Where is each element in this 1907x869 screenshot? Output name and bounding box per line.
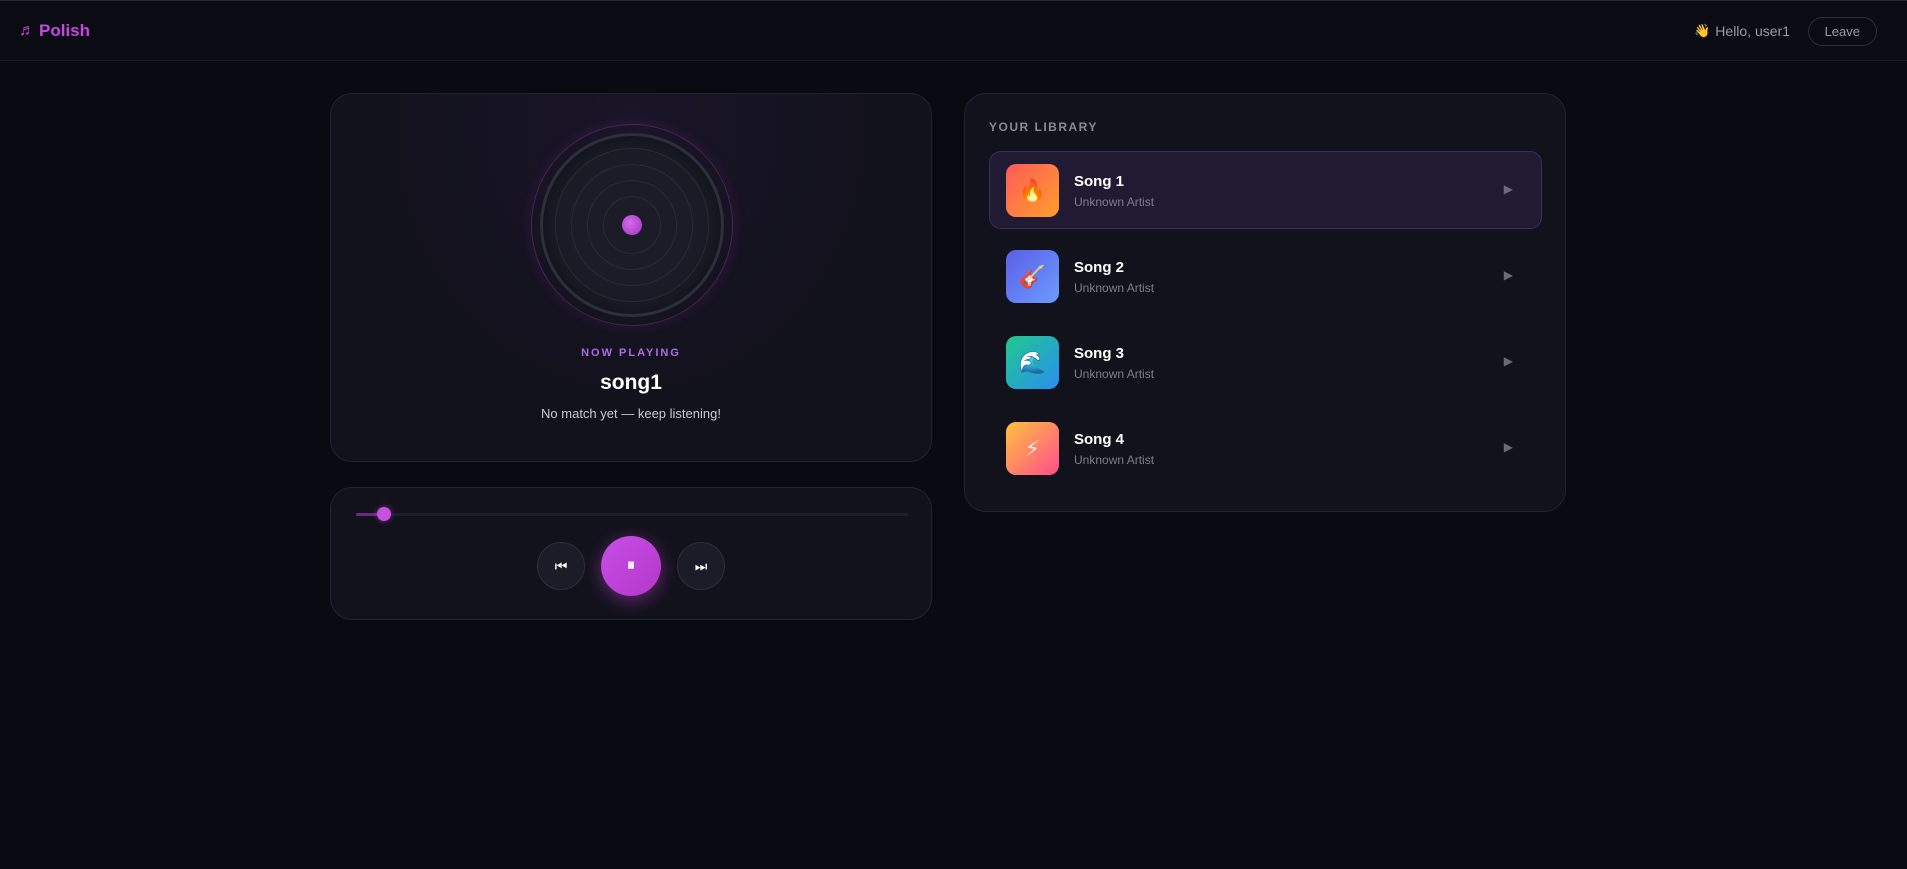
vinyl-record [531, 124, 733, 326]
next-button[interactable]: ⏭ [677, 542, 725, 590]
track-artist: Unknown Artist [1074, 281, 1155, 295]
greeting-text: Hello, user1 [1715, 23, 1790, 39]
now-playing-card: NOW PLAYING song1 No match yet — keep li… [330, 93, 932, 462]
track-title: Song 1 [1074, 173, 1125, 190]
library-card: YOUR LIBRARY 🔥 Song 1 Unknown Artist ▶ 🎸… [964, 93, 1566, 512]
current-song-title: song1 [600, 371, 662, 394]
fire-icon: 🔥 [1018, 177, 1047, 203]
pause-button[interactable]: ⏸ [601, 536, 661, 596]
play-icon[interactable]: ▶ [1504, 268, 1513, 282]
track-title: Song 3 [1074, 345, 1125, 362]
vinyl-center-label [622, 215, 642, 235]
brand-name: Polish [39, 21, 91, 40]
track-artist: Unknown Artist [1074, 367, 1155, 381]
progress-handle[interactable] [376, 507, 391, 521]
leave-button[interactable]: Leave [1807, 17, 1877, 46]
match-status-text: No match yet — keep listening! [541, 406, 721, 421]
track-item[interactable]: 🎸 Song 2 Unknown Artist ▶ [989, 237, 1542, 315]
track-item[interactable]: 🌊 Song 3 Unknown Artist ▶ [989, 323, 1542, 401]
music-note-icon: ♬ [19, 22, 35, 39]
player-controls-card: ⏮ ⏸ ⏭ [330, 487, 932, 620]
track-artwork: ⚡ [1006, 422, 1059, 475]
skip-forward-icon: ⏭ [694, 557, 708, 574]
user-greeting: 👋 Hello, user1 [1694, 23, 1790, 39]
guitar-icon: 🎸 [1018, 263, 1047, 289]
track-title: Song 4 [1074, 431, 1125, 448]
skip-back-icon: ⏮ [554, 557, 568, 574]
track-artist: Unknown Artist [1074, 195, 1155, 209]
lightning-icon: ⚡ [1024, 435, 1041, 461]
progress-slider[interactable] [356, 507, 908, 521]
brand-logo[interactable]: ♬ Polish [19, 21, 90, 41]
track-artist: Unknown Artist [1074, 453, 1155, 467]
track-artwork: 🔥 [1006, 164, 1059, 217]
play-icon[interactable]: ▶ [1504, 182, 1513, 196]
track-title: Song 2 [1074, 259, 1125, 276]
track-item[interactable]: ⚡ Song 4 Unknown Artist ▶ [989, 409, 1542, 487]
track-artwork: 🌊 [1006, 336, 1059, 389]
track-item[interactable]: 🔥 Song 1 Unknown Artist ▶ [989, 151, 1542, 229]
play-icon[interactable]: ▶ [1504, 354, 1513, 368]
vinyl-disc [540, 133, 724, 317]
pause-icon: ⏸ [626, 557, 635, 574]
wave-icon: 🌊 [1018, 349, 1047, 375]
track-artwork: 🎸 [1006, 250, 1059, 303]
waving-hand-icon: 👋 [1694, 23, 1711, 38]
top-bar: ♬ Polish 👋 Hello, user1 Leave [0, 0, 1907, 61]
play-icon[interactable]: ▶ [1504, 440, 1513, 454]
library-heading: YOUR LIBRARY [989, 120, 1098, 134]
now-playing-label: NOW PLAYING [581, 347, 681, 359]
previous-button[interactable]: ⏮ [537, 542, 585, 590]
